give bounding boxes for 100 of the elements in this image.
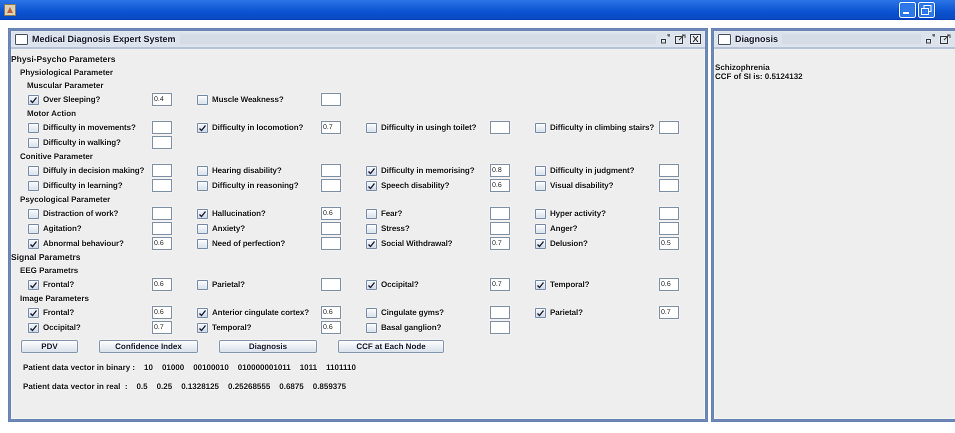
window-icon [718, 34, 731, 44]
checkbox[interactable] [197, 122, 208, 132]
value-field[interactable] [152, 179, 172, 192]
iconify-icon[interactable] [925, 34, 936, 44]
checkbox[interactable] [366, 308, 377, 318]
checkbox[interactable] [366, 322, 377, 332]
output-value: 00100010 [193, 363, 229, 372]
value-field[interactable] [490, 306, 510, 319]
checkbox[interactable] [28, 322, 39, 332]
maximize-icon[interactable] [675, 34, 686, 44]
value-field[interactable] [659, 222, 679, 235]
value-field[interactable] [321, 278, 341, 291]
output-value: 10 [144, 363, 153, 372]
value-field[interactable] [152, 164, 172, 177]
checkbox[interactable] [197, 322, 208, 332]
checkbox-label: Muscle Weakness? [212, 95, 285, 104]
value-field[interactable] [490, 321, 510, 334]
checkbox[interactable] [366, 166, 377, 176]
checkbox[interactable] [366, 208, 377, 218]
output-value: 0.25 [156, 382, 172, 391]
checkbox[interactable] [28, 280, 39, 290]
checkbox[interactable] [535, 180, 546, 190]
checkbox[interactable] [197, 180, 208, 190]
value-field[interactable] [490, 121, 510, 134]
checkbox[interactable] [28, 180, 39, 190]
checkbox-label: Difficulty in climbing stairs? [550, 123, 654, 132]
value-field[interactable] [321, 222, 341, 235]
checkbox[interactable] [366, 180, 377, 190]
checkbox[interactable] [535, 280, 546, 290]
section-heading: Conitive Parameter [20, 152, 93, 161]
minimize-button[interactable] [899, 2, 916, 18]
value-field[interactable] [321, 164, 341, 177]
value-field[interactable] [659, 121, 679, 134]
checkbox[interactable] [28, 208, 39, 218]
checkbox-label: Abnormal behaviour? [43, 239, 125, 248]
value-field[interactable] [152, 222, 172, 235]
value-field[interactable] [321, 179, 341, 192]
value-field[interactable] [490, 222, 510, 235]
checkbox[interactable] [366, 224, 377, 234]
window-icon [15, 34, 28, 44]
checkbox[interactable] [28, 166, 39, 176]
checkbox-label: Occipital? [381, 280, 420, 289]
checkbox-label: Difficulty in learning? [43, 181, 124, 190]
value-field[interactable] [659, 179, 679, 192]
checkbox-label: Anxiety? [212, 224, 246, 233]
checkbox-label: Difficulty in locomotion? [212, 123, 304, 132]
checkbox[interactable] [28, 224, 39, 234]
checkbox[interactable] [535, 208, 546, 218]
checkbox[interactable] [535, 166, 546, 176]
value-field[interactable] [321, 237, 341, 250]
value-field[interactable] [152, 207, 172, 220]
checkbox-label: Difficulty in memorising? [381, 166, 476, 175]
checkbox-label: Anger? [550, 224, 578, 233]
output-value: 1101110 [326, 363, 356, 372]
checkbox[interactable] [28, 94, 39, 104]
checkbox[interactable] [197, 280, 208, 290]
restore-button[interactable] [918, 2, 935, 18]
checkbox[interactable] [366, 238, 377, 248]
checkbox[interactable] [197, 208, 208, 218]
value-field[interactable] [659, 207, 679, 220]
checkbox[interactable] [197, 224, 208, 234]
checkbox[interactable] [535, 238, 546, 248]
checkbox[interactable] [535, 122, 546, 132]
checkbox[interactable] [28, 238, 39, 248]
output-label: Patient data vector in binary : [23, 363, 136, 372]
checkbox[interactable] [28, 308, 39, 318]
value-field[interactable] [152, 121, 172, 134]
checkbox[interactable] [535, 224, 546, 234]
checkbox[interactable] [28, 138, 39, 148]
checkbox-label: Difficulty in walking? [43, 138, 122, 147]
checkbox-label: Social Withdrawal? [381, 239, 454, 248]
checkbox-label: Visual disability? [550, 181, 614, 190]
checkbox[interactable] [197, 308, 208, 318]
action-button[interactable]: CCF at Each Node [338, 340, 444, 353]
value-field[interactable] [152, 136, 172, 149]
window-title: Medical Diagnosis Expert System [32, 34, 176, 44]
checkbox-label: Temporal? [212, 323, 252, 332]
action-button[interactable]: Diagnosis [219, 340, 317, 353]
checkbox-label: Stress? [381, 224, 411, 233]
checkbox[interactable] [28, 122, 39, 132]
section-heading: EEG Parametrs [20, 266, 78, 275]
action-button[interactable]: Confidence Index [99, 340, 198, 353]
value-field[interactable] [321, 93, 341, 106]
value-field[interactable] [659, 164, 679, 177]
action-button[interactable]: PDV [21, 340, 78, 353]
iconify-icon[interactable] [660, 34, 671, 44]
checkbox[interactable] [197, 94, 208, 104]
close-icon[interactable] [690, 34, 701, 44]
output-value: 0.5 [136, 382, 148, 391]
checkbox-label: Speech disability? [381, 181, 450, 190]
checkbox[interactable] [366, 122, 377, 132]
checkbox[interactable] [535, 308, 546, 318]
checkbox[interactable] [197, 166, 208, 176]
section-heading: Physiological Parameter [20, 68, 113, 77]
checkbox[interactable] [197, 238, 208, 248]
checkbox-label: Difficulty in judgment? [550, 166, 636, 175]
value-field[interactable] [490, 207, 510, 220]
app-icon [4, 4, 16, 16]
maximize-icon[interactable] [940, 34, 951, 44]
checkbox[interactable] [366, 280, 377, 290]
